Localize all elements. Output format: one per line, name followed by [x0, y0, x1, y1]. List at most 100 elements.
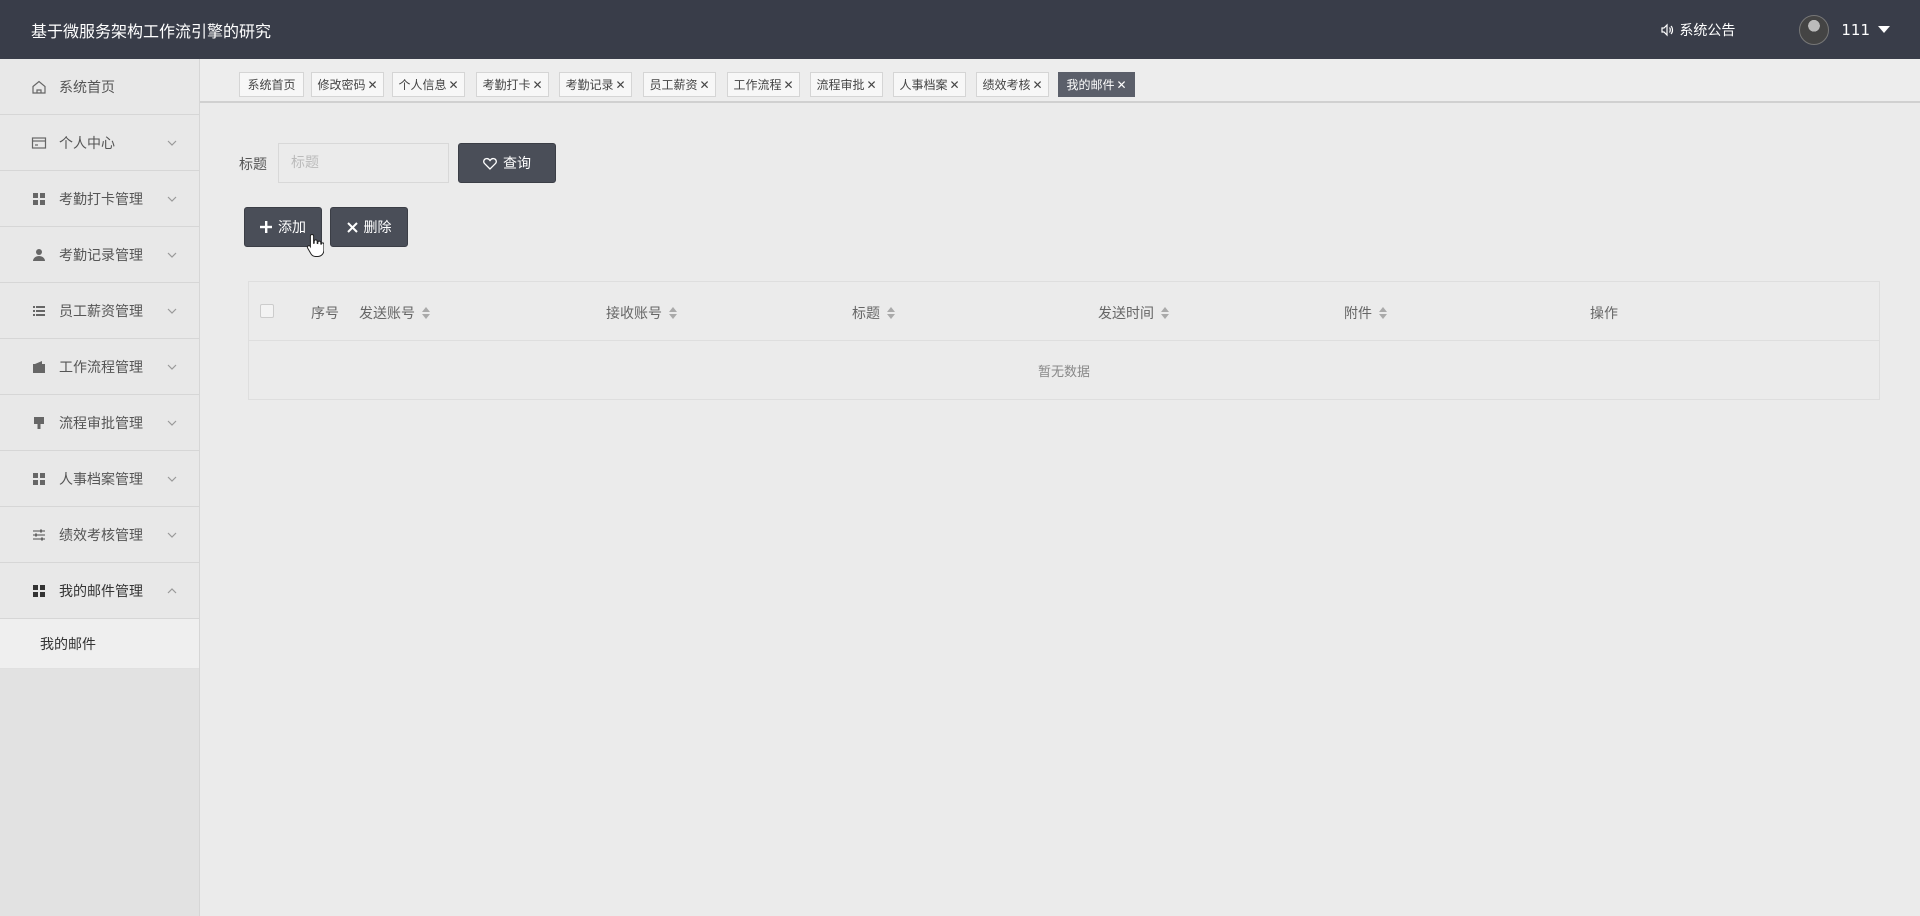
- submenu-my-mail: 我的邮件: [0, 619, 199, 669]
- tab-label: 我的邮件: [1066, 78, 1115, 92]
- sidebar-item-personal-center[interactable]: 个人中心: [0, 115, 199, 171]
- empty-state-text: 暂无数据: [1037, 364, 1090, 380]
- grid-icon: [31, 583, 47, 599]
- mail-table: 序号 发送账号 接收账号 标题 发送时间 附件 操作 暂无数据: [248, 281, 1880, 400]
- sidebar-item-approval[interactable]: 流程审批管理: [0, 395, 199, 451]
- tab-personal-info[interactable]: 个人信息 ✕: [392, 72, 465, 97]
- column-header-receiver[interactable]: 接收账号: [606, 303, 677, 323]
- close-icon[interactable]: ✕: [367, 78, 377, 92]
- home-icon: [31, 79, 47, 95]
- tab-label: 人事档案: [899, 78, 948, 92]
- tab-attendance-records[interactable]: 考勤记录 ✕: [559, 72, 632, 97]
- sort-icon[interactable]: [422, 307, 430, 319]
- system-notice-link[interactable]: 系统公告: [1660, 20, 1735, 40]
- sidebar: 系统首页 个人中心 考勤打卡管理 考勤记录管理 员工薪资管理 工作流程管理 流程…: [0, 59, 200, 916]
- sort-icon[interactable]: [887, 307, 895, 319]
- grid-icon: [31, 191, 47, 207]
- tab-change-password[interactable]: 修改密码 ✕: [311, 72, 384, 97]
- sidebar-item-my-mail[interactable]: 我的邮件管理: [0, 563, 199, 619]
- sidebar-item-label: 工作流程管理: [59, 359, 143, 376]
- close-icon[interactable]: ✕: [949, 78, 959, 92]
- sort-icon[interactable]: [1379, 307, 1387, 319]
- close-icon[interactable]: ✕: [532, 78, 542, 92]
- chevron-down-icon: [167, 532, 177, 538]
- column-header-actions: 操作: [1590, 306, 1618, 322]
- sidebar-item-label: 员工薪资管理: [59, 303, 143, 320]
- tab-hr-files[interactable]: 人事档案 ✕: [893, 72, 966, 97]
- sidebar-item-performance[interactable]: 绩效考核管理: [0, 507, 199, 563]
- sort-icon[interactable]: [669, 307, 677, 319]
- query-button-label: 查询: [503, 156, 531, 172]
- tab-performance[interactable]: 绩效考核 ✕: [976, 72, 1049, 97]
- tab-label: 考勤打卡: [482, 78, 531, 92]
- stamp-icon: [31, 415, 47, 431]
- tab-home[interactable]: 系统首页: [239, 72, 304, 97]
- close-icon[interactable]: ✕: [699, 78, 709, 92]
- select-all-checkbox[interactable]: [260, 304, 274, 318]
- chevron-down-icon: [167, 196, 177, 202]
- sidebar-item-label: 考勤打卡管理: [59, 191, 143, 208]
- sidebar-item-salary[interactable]: 员工薪资管理: [0, 283, 199, 339]
- table-header: 序号 发送账号 接收账号 标题 发送时间 附件 操作: [249, 282, 1879, 341]
- tab-bar: 系统首页 修改密码 ✕ 个人信息 ✕ 考勤打卡 ✕ 考勤记录 ✕ 员工薪资 ✕ 工作流程 ✕…: [200, 59, 1920, 103]
- delete-button[interactable]: 删除: [330, 207, 408, 247]
- tab-attendance-punch[interactable]: 考勤打卡 ✕: [476, 72, 549, 97]
- plus-icon: [260, 221, 272, 233]
- sidebar-item-hr-files[interactable]: 人事档案管理: [0, 451, 199, 507]
- sidebar-item-label: 系统首页: [59, 79, 115, 96]
- tab-label: 流程审批: [816, 78, 865, 92]
- close-icon[interactable]: ✕: [448, 78, 458, 92]
- delete-button-label: 删除: [363, 220, 392, 236]
- column-header-index: 序号: [311, 306, 339, 322]
- submenu-item-my-mail[interactable]: 我的邮件: [0, 619, 199, 669]
- sidebar-item-label: 绩效考核管理: [59, 527, 143, 544]
- column-header-send-time[interactable]: 发送时间: [1098, 303, 1169, 323]
- search-title-input[interactable]: [278, 143, 449, 183]
- sidebar-item-workflow[interactable]: 工作流程管理: [0, 339, 199, 395]
- list-icon: [31, 303, 47, 319]
- column-header-sender[interactable]: 发送账号: [359, 303, 430, 323]
- chevron-down-icon: [167, 420, 177, 426]
- tab-label: 系统首页: [247, 78, 296, 92]
- column-header-attachment[interactable]: 附件: [1344, 303, 1387, 323]
- user-menu[interactable]: 111: [1799, 14, 1890, 45]
- sidebar-item-label: 个人中心: [59, 135, 115, 152]
- notice-label: 系统公告: [1679, 22, 1736, 39]
- tab-my-mail[interactable]: 我的邮件 ✕: [1058, 72, 1135, 97]
- sidebar-item-attendance-punch[interactable]: 考勤打卡管理: [0, 171, 199, 227]
- sidebar-item-label: 考勤记录管理: [59, 247, 143, 264]
- close-icon[interactable]: ✕: [866, 78, 876, 92]
- search-title-label: 标题: [239, 157, 267, 173]
- tab-label: 员工薪资: [649, 78, 698, 92]
- sidebar-item-label: 流程审批管理: [59, 415, 143, 432]
- close-icon: [346, 221, 358, 233]
- close-icon[interactable]: ✕: [783, 78, 793, 92]
- grid-icon: [31, 471, 47, 487]
- hand-cursor-icon: [306, 233, 324, 257]
- caret-down-icon: [1878, 26, 1890, 33]
- tab-approval[interactable]: 流程审批 ✕: [810, 72, 883, 97]
- chevron-up-icon: [167, 587, 177, 593]
- sidebar-item-home[interactable]: 系统首页: [0, 59, 199, 115]
- close-icon[interactable]: ✕: [615, 78, 625, 92]
- sort-icon[interactable]: [1161, 307, 1169, 319]
- card-icon: [31, 135, 47, 151]
- column-header-title[interactable]: 标题: [852, 303, 895, 323]
- close-icon[interactable]: ✕: [1032, 78, 1042, 92]
- tab-salary[interactable]: 员工薪资 ✕: [643, 72, 716, 97]
- user-icon: [31, 247, 47, 263]
- app-title: 基于微服务架构工作流引擎的研究: [31, 21, 272, 41]
- tab-label: 工作流程: [733, 78, 782, 92]
- heart-icon: [483, 157, 497, 170]
- sidebar-item-attendance-records[interactable]: 考勤记录管理: [0, 227, 199, 283]
- close-icon[interactable]: ✕: [1116, 78, 1126, 92]
- avatar: [1799, 14, 1830, 45]
- query-button[interactable]: 查询: [458, 143, 556, 183]
- sliders-icon: [31, 527, 47, 543]
- tab-label: 个人信息: [398, 78, 447, 92]
- chevron-down-icon: [167, 476, 177, 482]
- chevron-down-icon: [167, 140, 177, 146]
- tab-workflow[interactable]: 工作流程 ✕: [727, 72, 800, 97]
- wallet-icon: [31, 359, 47, 375]
- chevron-down-icon: [167, 252, 177, 258]
